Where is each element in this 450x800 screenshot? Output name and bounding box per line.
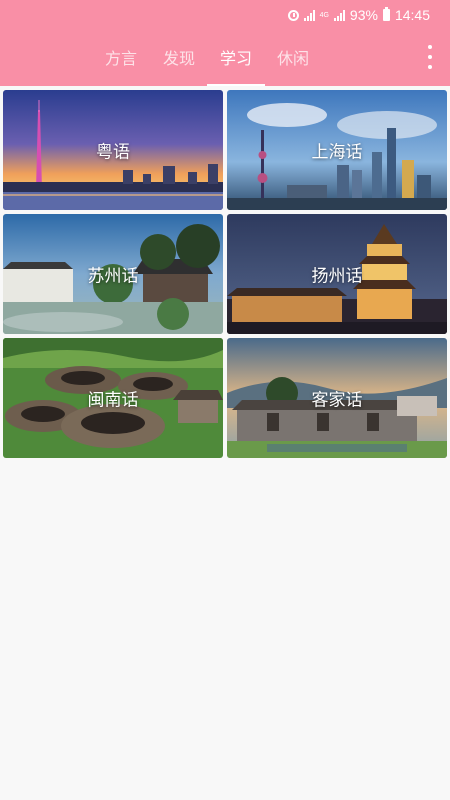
tab-leisure[interactable]: 休闲 (264, 28, 322, 86)
clock: 14:45 (394, 7, 430, 23)
signal-icon (303, 9, 315, 21)
status-icons: 4G 93% 14:45 (287, 6, 430, 24)
card-label: 客家话 (311, 390, 363, 411)
tab-indicator (207, 84, 265, 86)
card-cantonese[interactable]: 粤语 (3, 90, 223, 210)
battery-percent: 93% (349, 7, 378, 23)
more-options-icon[interactable] (426, 45, 434, 69)
network-4g-icon: 4G (319, 11, 329, 19)
card-label: 闽南话 (87, 390, 139, 411)
card-hakka[interactable]: 客家话 (227, 338, 447, 458)
status-bar: 4G 93% 14:45 (0, 0, 450, 28)
card-label: 上海话 (311, 142, 363, 163)
tab-discover[interactable]: 发现 (150, 28, 208, 86)
app-bar: 方言 发现 学习 休闲 (0, 28, 450, 86)
card-minnan[interactable]: 闽南话 (3, 338, 223, 458)
card-label: 粤语 (96, 142, 130, 163)
card-yangzhou[interactable]: 扬州话 (227, 214, 447, 334)
alarm-icon (287, 9, 299, 21)
card-suzhou[interactable]: 苏州话 (3, 214, 223, 334)
battery-icon (382, 7, 390, 21)
tab-dialect[interactable]: 方言 (92, 28, 150, 86)
signal-icon-2 (333, 9, 345, 21)
card-label: 扬州话 (311, 266, 363, 287)
card-shanghainese[interactable]: 上海话 (227, 90, 447, 210)
card-label: 苏州话 (87, 266, 139, 287)
tab-learn[interactable]: 学习 (207, 28, 265, 86)
